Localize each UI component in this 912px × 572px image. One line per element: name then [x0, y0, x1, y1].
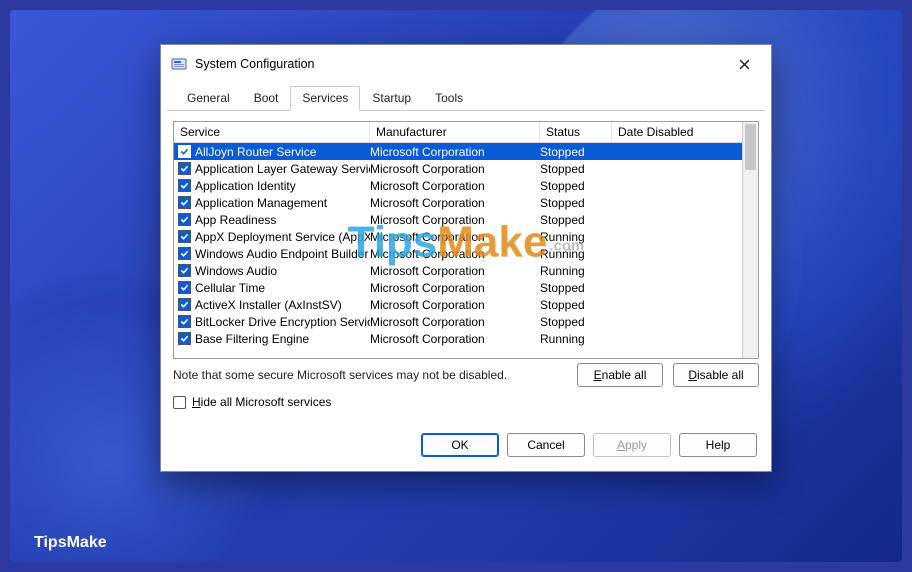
ok-button[interactable]: OK: [421, 433, 499, 457]
brand-label: TipsMake: [34, 534, 107, 552]
table-row[interactable]: ActiveX Installer (AxInstSV) Microsoft Co…: [174, 296, 742, 313]
apply-button: Apply: [593, 433, 671, 457]
service-name: Application Identity: [195, 179, 296, 193]
scroll-thumb[interactable]: [745, 124, 756, 170]
table-row[interactable]: BitLocker Drive Encryption ServiceMicros…: [174, 313, 742, 330]
dialog-title: System Configuration: [195, 57, 727, 71]
hide-ms-checkbox[interactable]: [173, 396, 186, 409]
service-status: Stopped: [540, 298, 612, 312]
service-checkbox[interactable]: [178, 264, 191, 277]
dialog-buttons: OK Cancel Apply Help: [161, 421, 771, 471]
disable-all-button[interactable]: Disable all: [673, 363, 759, 387]
service-manufacturer: Microsoft Corporation: [370, 196, 540, 210]
col-date-disabled[interactable]: Date Disabled: [612, 122, 742, 142]
col-service[interactable]: Service: [174, 122, 370, 142]
service-name: Windows Audio Endpoint Builder: [195, 247, 368, 261]
table-row[interactable]: Application Management Microsoft Corporat…: [174, 194, 742, 211]
service-status: Running: [540, 247, 612, 261]
table-row[interactable]: AllJoyn Router Service Microsoft Corporat…: [174, 143, 742, 160]
table-row[interactable]: Windows Audio Microsoft CorporationRunnin…: [174, 262, 742, 279]
scrollbar[interactable]: [742, 122, 758, 358]
services-panel: Service Manufacturer Status Date Disable…: [161, 111, 771, 421]
service-manufacturer: Microsoft Corporation: [370, 145, 540, 159]
service-status: Running: [540, 264, 612, 278]
service-checkbox[interactable]: [178, 247, 191, 260]
service-checkbox[interactable]: [178, 230, 191, 243]
service-checkbox[interactable]: [178, 179, 191, 192]
table-row[interactable]: Cellular Time Microsoft CorporationStoppe…: [174, 279, 742, 296]
service-checkbox[interactable]: [178, 213, 191, 226]
service-manufacturer: Microsoft Corporation: [370, 298, 540, 312]
service-checkbox[interactable]: [178, 281, 191, 294]
service-checkbox[interactable]: [178, 315, 191, 328]
system-configuration-dialog: System Configuration General Boot Servic…: [160, 44, 772, 472]
list-header: Service Manufacturer Status Date Disable…: [174, 122, 742, 143]
service-manufacturer: Microsoft Corporation: [370, 315, 540, 329]
service-manufacturer: Microsoft Corporation: [370, 162, 540, 176]
service-manufacturer: Microsoft Corporation: [370, 332, 540, 346]
service-name: AllJoyn Router Service: [195, 145, 316, 159]
service-manufacturer: Microsoft Corporation: [370, 230, 540, 244]
col-manufacturer[interactable]: Manufacturer: [370, 122, 540, 142]
table-row[interactable]: Application Layer Gateway ServiceMicroso…: [174, 160, 742, 177]
service-status: Running: [540, 332, 612, 346]
service-status: Stopped: [540, 281, 612, 295]
table-row[interactable]: Base Filtering Engine Microsoft Corporati…: [174, 330, 742, 347]
hide-ms-label[interactable]: Hide all Microsoft services: [192, 395, 331, 409]
service-name: Cellular Time: [195, 281, 265, 295]
tab-startup[interactable]: Startup: [360, 86, 423, 111]
service-status: Stopped: [540, 213, 612, 227]
tab-tools[interactable]: Tools: [423, 86, 475, 111]
service-name: BitLocker Drive Encryption Service: [195, 315, 370, 329]
service-name: App Readiness: [195, 213, 276, 227]
service-manufacturer: Microsoft Corporation: [370, 264, 540, 278]
service-status: Running: [540, 230, 612, 244]
service-name: ActiveX Installer (AxInstSV): [195, 298, 342, 312]
service-manufacturer: Microsoft Corporation: [370, 247, 540, 261]
service-name: Application Layer Gateway Service: [195, 162, 370, 176]
service-name: AppX Deployment Service (AppX...: [195, 230, 370, 244]
service-checkbox[interactable]: [178, 298, 191, 311]
desktop-wallpaper: System Configuration General Boot Servic…: [10, 10, 902, 562]
msconfig-icon: [171, 56, 187, 72]
service-checkbox[interactable]: [178, 332, 191, 345]
close-button[interactable]: [727, 53, 761, 75]
tabstrip: General Boot Services Startup Tools: [167, 81, 765, 111]
table-row[interactable]: AppX Deployment Service (AppX...Microsof…: [174, 228, 742, 245]
service-manufacturer: Microsoft Corporation: [370, 281, 540, 295]
table-row[interactable]: Application Identity Microsoft Corporatio…: [174, 177, 742, 194]
service-status: Stopped: [540, 179, 612, 193]
service-checkbox[interactable]: [178, 196, 191, 209]
tab-services[interactable]: Services: [290, 86, 360, 111]
help-button[interactable]: Help: [679, 433, 757, 457]
service-name: Application Management: [195, 196, 327, 210]
cancel-button[interactable]: Cancel: [507, 433, 585, 457]
service-name: Base Filtering Engine: [195, 332, 309, 346]
service-status: Stopped: [540, 315, 612, 329]
service-status: Stopped: [540, 162, 612, 176]
titlebar: System Configuration: [161, 45, 771, 81]
tab-boot[interactable]: Boot: [242, 86, 291, 111]
service-status: Stopped: [540, 196, 612, 210]
service-manufacturer: Microsoft Corporation: [370, 213, 540, 227]
table-row[interactable]: App Readiness Microsoft CorporationStoppe…: [174, 211, 742, 228]
services-list[interactable]: Service Manufacturer Status Date Disable…: [173, 121, 759, 359]
service-manufacturer: Microsoft Corporation: [370, 179, 540, 193]
service-checkbox[interactable]: [178, 162, 191, 175]
tab-general[interactable]: General: [175, 86, 242, 111]
col-status[interactable]: Status: [540, 122, 612, 142]
service-checkbox[interactable]: [178, 145, 191, 158]
note-text: Note that some secure Microsoft services…: [173, 368, 567, 382]
table-row[interactable]: Windows Audio Endpoint BuilderMicrosoft …: [174, 245, 742, 262]
enable-all-button[interactable]: Enable all: [577, 363, 663, 387]
service-status: Stopped: [540, 145, 612, 159]
service-name: Windows Audio: [195, 264, 277, 278]
